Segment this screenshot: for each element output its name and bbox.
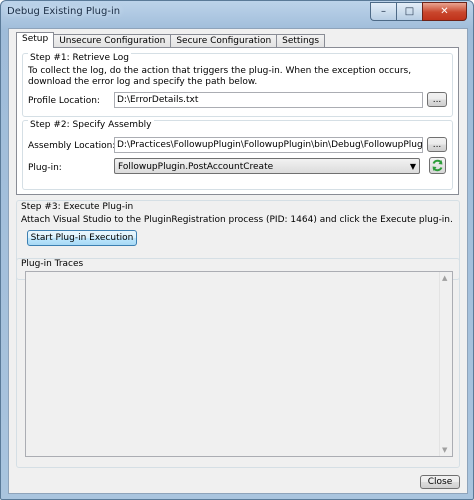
maximize-button[interactable]: □ (396, 2, 422, 21)
dialog-window: Debug Existing Plug-in – □ ✕ Setup Unsec… (0, 0, 474, 500)
tab-strip: Setup Unsecure Configuration Secure Conf… (16, 32, 326, 48)
step1-group: Step #1: Retrieve Log To collect the log… (22, 53, 453, 117)
tab-setup[interactable]: Setup (16, 32, 55, 48)
combo-arrow-icon: ▼ (409, 162, 416, 171)
tab-secure-configuration[interactable]: Secure Configuration (170, 34, 278, 48)
assembly-location-input[interactable]: D:\Practices\FollowupPlugin\FollowupPlug… (114, 137, 423, 153)
plugin-label: Plug-in: (28, 163, 62, 173)
tab-unsecure-configuration[interactable]: Unsecure Configuration (53, 34, 172, 48)
plugin-traces-group: Plug-in Traces ▲ ▼ (16, 258, 460, 468)
profile-location-label: Profile Location: (28, 96, 100, 106)
start-plugin-execution-button[interactable]: Start Plug-in Execution (27, 230, 137, 246)
step1-title: Step #1: Retrieve Log (28, 53, 131, 63)
traces-vertical-scrollbar[interactable]: ▲ ▼ (439, 272, 452, 456)
scroll-up-icon[interactable]: ▲ (442, 274, 447, 282)
assembly-browse-button[interactable]: ... (427, 137, 447, 152)
dialog-client-area: Setup Unsecure Configuration Secure Conf… (8, 28, 468, 494)
close-button[interactable]: Close (420, 475, 460, 489)
setup-tab-panel: Step #1: Retrieve Log To collect the log… (16, 47, 459, 195)
refresh-plugins-button[interactable] (429, 157, 446, 174)
step2-group: Step #2: Specify Assembly Assembly Locat… (22, 120, 453, 190)
plugin-traces-title: Plug-in Traces (21, 259, 84, 269)
tab-settings[interactable]: Settings (276, 34, 326, 48)
plugin-traces-output[interactable]: ▲ ▼ (25, 271, 453, 457)
profile-browse-button[interactable]: ... (427, 92, 447, 107)
profile-location-input[interactable]: D:\ErrorDetails.txt (114, 92, 423, 108)
plugin-select[interactable]: FollowupPlugin.PostAccountCreate ▼ (114, 158, 420, 174)
step3-description: Attach Visual Studio to the PluginRegist… (21, 215, 453, 225)
minimize-button[interactable]: – (370, 2, 396, 21)
title-bar[interactable]: Debug Existing Plug-in – □ ✕ (1, 1, 473, 23)
window-controls: – □ ✕ (370, 2, 467, 21)
plugin-select-value: FollowupPlugin.PostAccountCreate (118, 162, 274, 172)
step2-title: Step #2: Specify Assembly (28, 120, 154, 130)
refresh-icon (432, 159, 443, 172)
assembly-location-label: Assembly Location: (28, 141, 116, 151)
step1-description: To collect the log, do the action that t… (28, 66, 412, 87)
step3-title: Step #3: Execute Plug-in (21, 202, 134, 212)
close-window-button[interactable]: ✕ (422, 2, 467, 21)
window-title: Debug Existing Plug-in (7, 6, 121, 17)
scroll-down-icon[interactable]: ▼ (442, 446, 447, 454)
